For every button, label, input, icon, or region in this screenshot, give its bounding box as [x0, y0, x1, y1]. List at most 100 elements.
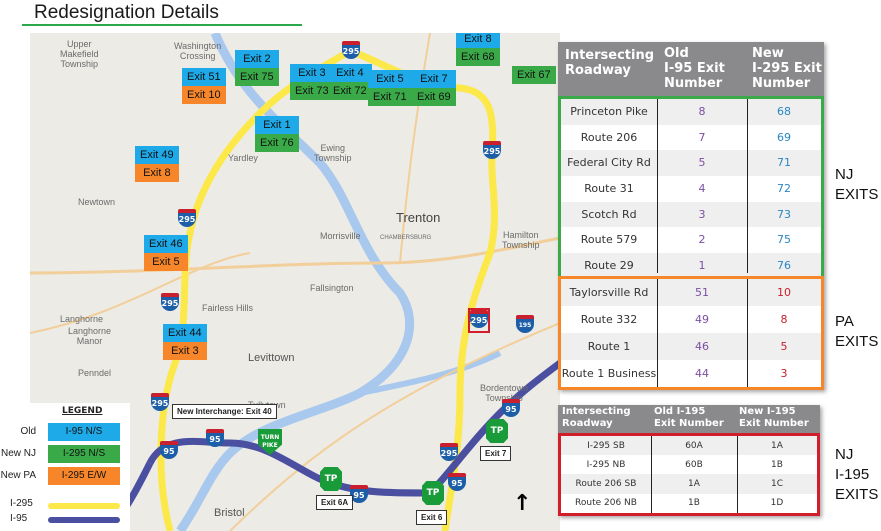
cell-roadway: Taylorsville Rd [569, 285, 649, 299]
exit-renumber-table: Intersecting Roadway Old I-95 Exit Number N… [558, 42, 824, 390]
table-row: I-295 SB 60A 1A [561, 436, 817, 456]
exit-6a-callout: Exit 6A [316, 495, 354, 510]
pa-exits-label: PA EXITS [835, 313, 879, 350]
place-morrisville: Morrisville [320, 231, 361, 241]
legend-item-old: Old I-95 N/S [0, 423, 130, 441]
cell-roadway: Route 206 [580, 130, 638, 144]
cell-old-exit: 1A [688, 478, 700, 489]
place-yardley: Yardley [228, 153, 258, 163]
legend-line-i295 [48, 503, 120, 509]
cell-new-exit: 69 [777, 130, 791, 144]
column-divider [747, 99, 748, 273]
page-title: Redesignation Details [34, 2, 219, 23]
place-fairless-hills: Fairless Hills [202, 303, 254, 313]
exit-label-5-71: Exit 5 Exit 71 [368, 70, 412, 106]
cell-new-exit: 10 [777, 285, 791, 299]
cell-old-exit: 1B [688, 498, 700, 509]
cell-new-exit: 1C [770, 478, 783, 489]
cell-roadway: Route 1 [587, 339, 631, 353]
i-295-shield-icon: 295 [440, 443, 458, 461]
cell-old-exit: 5 [698, 156, 706, 170]
title-underline [22, 24, 302, 26]
table-row: Princeton Pike 8 68 [561, 99, 821, 125]
cell-old-exit: 60B [685, 459, 703, 470]
exit-label-49-8: Exit 49 Exit 8 [135, 146, 179, 182]
i195-exit-table: Intersecting Roadway Old I-195 Exit Number… [558, 405, 820, 516]
cell-roadway: Princeton Pike [570, 104, 648, 118]
exit-label-1-76: Exit 1 Exit 76 [255, 116, 299, 152]
cell-roadway: I-295 SB [587, 440, 625, 451]
i-295-shield-icon: 295 [342, 41, 360, 59]
legend-item-new-nj: New NJ I-295 N/S [0, 445, 130, 463]
i-295-shield-icon: 295 [178, 209, 196, 227]
cell-roadway: Route 332 [580, 312, 638, 326]
header-roadway: Intersecting Roadway [565, 48, 655, 78]
cell-roadway: Route 31 [584, 181, 634, 195]
nj-turnpike-icon: TP [422, 481, 444, 505]
nj-exits-label: NJ EXITS [835, 166, 879, 203]
legend-line-label-i95: I-95 [10, 513, 28, 524]
header-old-exit: Old I-95 Exit Number [664, 46, 725, 91]
i195-header-old: Old I-195 Exit Number [654, 406, 724, 429]
table-row: Route 1 46 5 [561, 333, 821, 360]
header-new-exit: New I-295 Exit Number [752, 46, 822, 91]
route-1-north [399, 33, 431, 264]
exit-label-4-72: Exit 4 Exit 72 [328, 64, 372, 100]
cell-new-exit: 71 [777, 156, 791, 170]
table-row: Route 332 49 8 [561, 306, 821, 333]
exit-label-67: Exit 67 [512, 66, 556, 84]
table-header: Intersecting Roadway Old I-95 Exit Number N… [558, 42, 824, 96]
place-penndel: Penndel [78, 368, 112, 378]
i-295-shield-icon: 295 [161, 293, 179, 311]
cell-new-exit: 1A [771, 440, 783, 451]
column-divider [747, 279, 748, 387]
cell-new-exit: 75 [777, 233, 791, 247]
i-295-shield-icon: 295 [483, 141, 501, 159]
legend-title: LEGEND [62, 406, 103, 416]
exit-label-2-75: Exit 2 Exit 75 [235, 50, 279, 86]
exit-6-callout: Exit 6 [416, 510, 448, 525]
place-langhorne: Langhorne [60, 314, 104, 324]
table-row: Taylorsville Rd 51 10 [561, 279, 821, 306]
delaware-river [176, 33, 415, 531]
cell-new-exit: 68 [777, 104, 791, 118]
place-ewing: Ewing Township [314, 143, 352, 163]
cell-roadway: I-295 NB [586, 459, 626, 470]
column-divider [737, 436, 738, 513]
route-1 [30, 236, 560, 275]
place-washington-crossing: Washington Crossing [174, 41, 222, 61]
place-trenton: Trenton [396, 210, 441, 225]
cell-new-exit: 3 [780, 366, 788, 380]
table-row: Scotch Rd 3 73 [561, 201, 821, 228]
legend-line-label-i295: I-295 [10, 498, 33, 509]
i-95-shield-icon: 95 [206, 429, 224, 447]
cell-roadway: Route 206 NB [575, 498, 637, 509]
table-row: Route 206 NB 1B 1D [561, 493, 817, 513]
i-95-shield-icon: 95 [502, 399, 520, 417]
cell-roadway: Scotch Rd [581, 207, 637, 221]
place-bristol: Bristol [214, 507, 245, 519]
north-arrow-icon: ↑ [513, 491, 532, 516]
i195-header-roadway: Intersecting Roadway [562, 406, 631, 429]
table-row: Route 1 Business 44 3 [561, 360, 821, 387]
cell-old-exit: 51 [695, 285, 709, 299]
cell-new-exit: 1B [771, 459, 783, 470]
nj-exits-group: Princeton Pike 8 68 Route 206 7 69 Federal Cit… [558, 96, 824, 279]
cell-old-exit: 4 [698, 181, 706, 195]
table-row: Route 579 2 75 [561, 227, 821, 254]
cell-old-exit: 3 [698, 207, 706, 221]
cell-new-exit: 72 [777, 181, 791, 195]
pa-exits-group: Taylorsville Rd 51 10 Route 332 49 8 Route 1 46… [558, 276, 824, 390]
cell-roadway: Route 579 [580, 233, 638, 247]
cell-new-exit: 5 [780, 339, 788, 353]
cell-old-exit: 60A [685, 440, 703, 451]
exit-label-44-3: Exit 44 Exit 3 [163, 324, 207, 360]
i195-table-header: Intersecting Roadway Old I-195 Exit Number… [558, 405, 820, 433]
i-195-interchange-highlight [468, 308, 490, 333]
place-fallsington: Fallsington [310, 283, 354, 293]
nj-turnpike-icon: TP [320, 467, 342, 491]
place-hamilton: Hamilton Township [502, 230, 540, 250]
place-levittown: Levittown [248, 352, 295, 364]
table-row: Route 206 7 69 [561, 124, 821, 151]
cell-new-exit: 8 [780, 312, 788, 326]
